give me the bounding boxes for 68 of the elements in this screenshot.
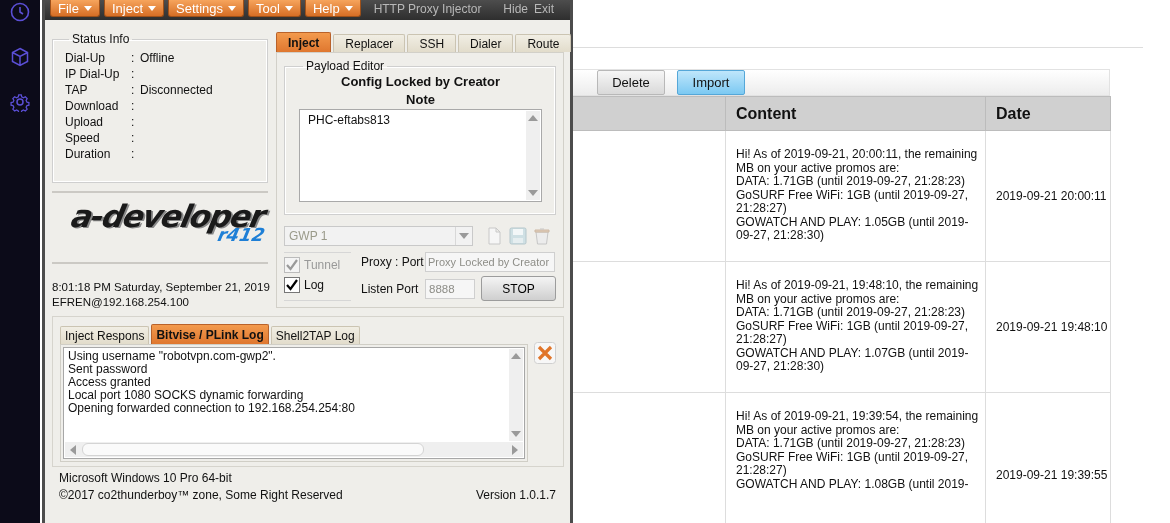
checkbox-label: Tunnel: [304, 258, 341, 272]
status-label: IP Dial-Up: [65, 66, 121, 82]
note-field[interactable]: PHC-eftabs813: [299, 109, 542, 202]
status-colon: :: [131, 66, 136, 82]
toolbar-button[interactable]: Delete: [597, 70, 665, 95]
tab[interactable]: Dialer: [458, 34, 514, 52]
caret-icon: [228, 5, 236, 11]
status-colon: :: [131, 98, 136, 114]
toolbar-button[interactable]: Import: [677, 70, 745, 95]
message-text: Hi! As of 2019-09-21, 19:39:54, the remaining MB on your active promos are: DATA: 1.71GB (until 2019-09-27, 21:28:23) GoSURF Free WiFi: 1GB (until 2019-09-27, 21:28:27) GOWATCH AND PLAY: 1.08GB (until 2019-: [736, 410, 980, 491]
version-text: Version 1.0.1.7: [475, 487, 556, 504]
date-text: 2019-09-21 20:00:11: [996, 189, 1107, 203]
window-title: HTTP Proxy Injector: [373, 2, 482, 16]
status-value: Offline: [140, 50, 175, 66]
caret-icon: [83, 5, 92, 11]
settings-icon[interactable]: [10, 92, 30, 112]
tab[interactable]: Route: [515, 34, 572, 52]
column-header: Content: [725, 96, 986, 131]
os-text: Microsoft Windows 10 Pro 64-bit: [59, 470, 233, 487]
message-text: Hi! As of 2019-09-21, 19:48:10, the remaining MB on your active promos are: DATA: 1.71GB (until 2019-09-27, 21:28:23) GoSURF Free WiFi: 1GB (until 2019-09-27, 21:28:27) GOWATCH AND PLAY: 1.07GB (until 2019- 09-27, 21:28:30): [736, 279, 980, 374]
checkbox-label: Log: [304, 278, 325, 292]
caret-icon: [344, 5, 353, 11]
save-icon[interactable]: [508, 226, 528, 246]
group-title: Payload Editor: [305, 59, 386, 73]
status-colon: :: [131, 130, 136, 146]
horizontal-scrollbar[interactable]: [65, 442, 523, 457]
tab[interactable]: Inject: [276, 32, 332, 52]
clock-text: 8:01:18 PM Saturday, September 21, 2019: [52, 281, 268, 293]
date-text: 2019-09-21 19:48:10: [996, 320, 1108, 334]
vertical-scrollbar[interactable]: [509, 349, 523, 441]
clock-icon[interactable]: [10, 2, 30, 22]
copyright-text: ©2017 co2thunderboy™ zone, Some Right Reserved: [59, 487, 343, 504]
tab[interactable]: Shell2TAP Log: [270, 326, 360, 344]
checkbox[interactable]: [284, 277, 300, 293]
caret-icon: [284, 5, 293, 11]
status-colon: :: [131, 114, 136, 130]
field-label: Proxy : Port: [361, 255, 423, 269]
group-title: Status Info: [71, 32, 131, 46]
status-label: TAP: [65, 82, 89, 98]
status-value: Disconnected: [140, 82, 213, 98]
note-title: Note: [405, 91, 436, 109]
status-label: Dial-Up: [65, 50, 106, 66]
date-text: 2019-09-21 19:39:55: [996, 467, 1108, 482]
status-colon: :: [131, 146, 136, 162]
user-text: EFREN@192.168.254.100: [52, 296, 190, 308]
tab[interactable]: SSH: [407, 34, 457, 52]
message-text: Hi! As of 2019-09-21, 20:00:11, the remaining MB on your active promos are: DATA: 1.71GB (until 2019-09-27, 21:28:23) GoSURF Free WiFi: 1GB (until 2019-09-27, 21:28:27) GOWATCH AND PLAY: 1.05GB (until 2019- 09-27, 21:28:30): [736, 148, 979, 243]
vertical-scrollbar[interactable]: [526, 111, 540, 200]
trash-icon[interactable]: [532, 226, 552, 246]
tab[interactable]: Bitvise / PLink Log: [151, 324, 269, 344]
clear-icon[interactable]: [534, 342, 556, 364]
cube-icon[interactable]: [10, 47, 30, 67]
window-button[interactable]: Exit: [534, 2, 554, 16]
status-colon: :: [131, 82, 136, 98]
status-label: Download: [65, 98, 120, 114]
status-label: Duration: [65, 146, 112, 162]
status-label: Speed: [65, 130, 101, 146]
tab[interactable]: Inject Respons: [60, 326, 150, 344]
status-label: Upload: [65, 114, 105, 130]
stop-button[interactable]: STOP: [481, 276, 556, 301]
log-field[interactable]: Using username "robotvpn.com-gwp2". Sent password Access granted Local port 1080 SOCKS dynamic forwarding Opening forwarded connection to 192.168.254.254:80: [63, 347, 525, 459]
caret-icon: [148, 5, 157, 11]
window-button[interactable]: Hide: [503, 2, 528, 16]
status-colon: :: [131, 50, 136, 66]
lock-heading: Config Locked by Creator: [340, 73, 501, 91]
field-label: Listen Port: [361, 281, 420, 296]
column-header: Date: [985, 96, 1111, 131]
tab[interactable]: Replacer: [333, 34, 406, 52]
